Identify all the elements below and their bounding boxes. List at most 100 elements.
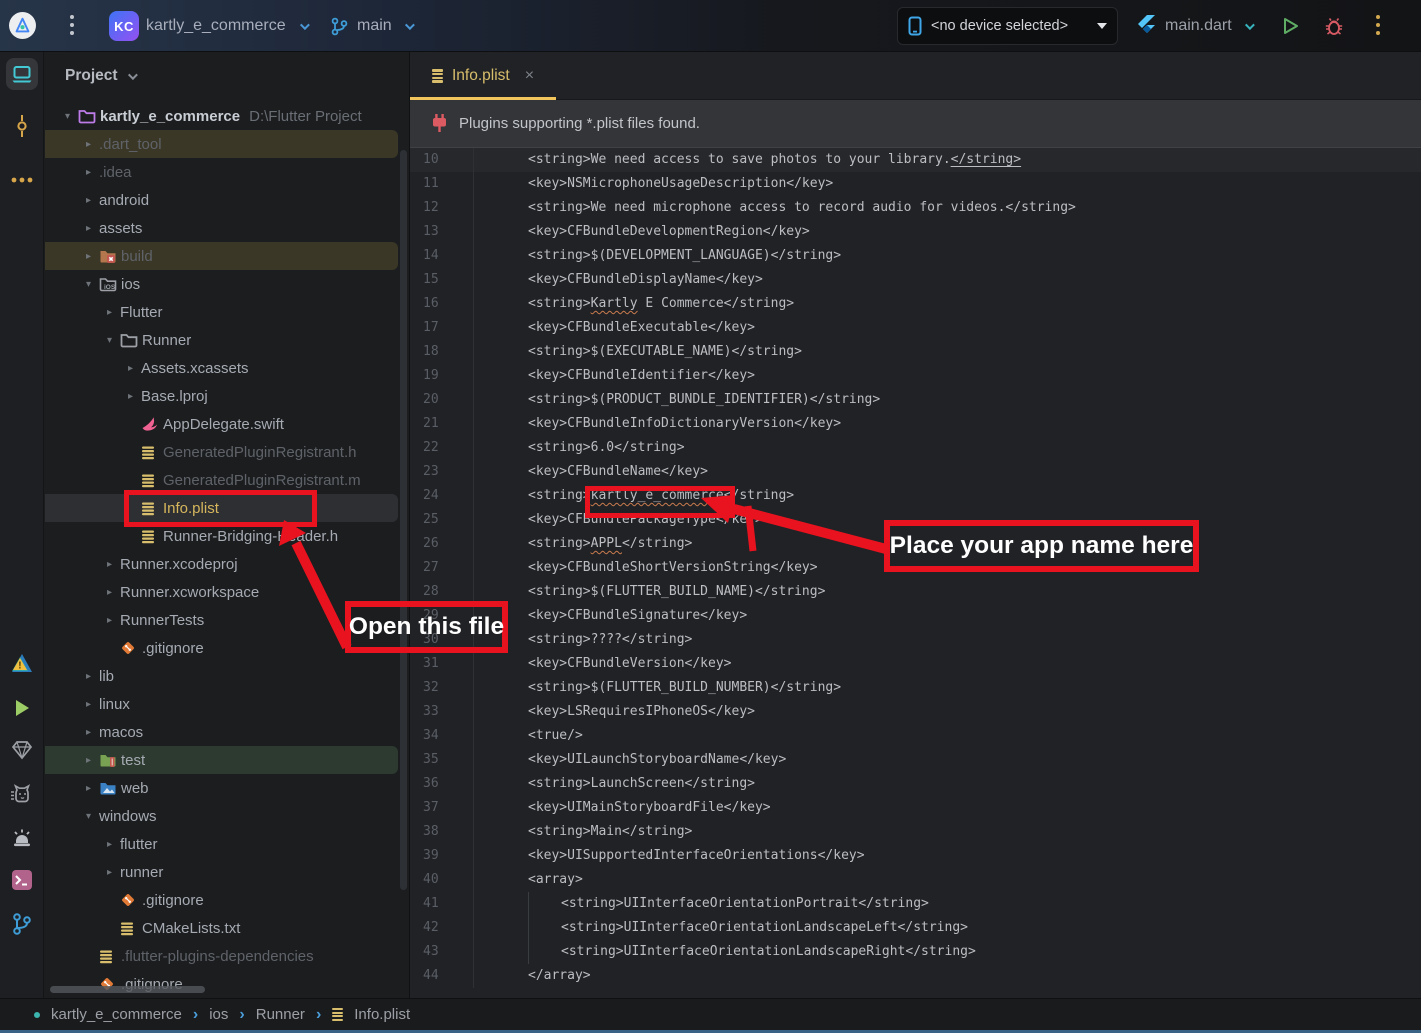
breadcrumb-item-ios[interactable]: ios: [209, 1006, 228, 1023]
code-line-24[interactable]: 24<string>kartly_e_commerce</string>: [410, 484, 1421, 508]
code-line-12[interactable]: 12<string>We need microphone access to r…: [410, 196, 1421, 220]
code-line-20[interactable]: 20<string>$(PRODUCT_BUNDLE_IDENTIFIER)</…: [410, 388, 1421, 412]
dart-analysis-icon[interactable]: !: [6, 647, 38, 679]
collapsed-arrow-icon[interactable]: ▸: [78, 167, 99, 178]
tree-item--flutter-plugins-dependencies[interactable]: .flutter-plugins-dependencies: [45, 942, 410, 970]
tree-item-lib[interactable]: ▸lib: [45, 662, 410, 690]
tree-item--idea[interactable]: ▸.idea: [45, 158, 410, 186]
code-line-30[interactable]: 30<string>????</string>: [410, 628, 1421, 652]
debug-button[interactable]: [1324, 0, 1344, 52]
tree-item-runner[interactable]: ▾Runner: [45, 326, 410, 354]
code-line-40[interactable]: 40<array>: [410, 868, 1421, 892]
project-tool-icon[interactable]: [6, 58, 38, 90]
project-widget[interactable]: kartly_e_commerce: [146, 0, 307, 52]
collapsed-arrow-icon[interactable]: ▸: [99, 307, 120, 318]
collapsed-arrow-icon[interactable]: ▸: [78, 783, 99, 794]
collapsed-arrow-icon[interactable]: ▸: [99, 839, 120, 850]
project-panel-header[interactable]: Project: [45, 52, 409, 100]
more-actions-icon[interactable]: [1372, 15, 1384, 35]
tree-item-test[interactable]: ▸test: [45, 746, 398, 774]
code-line-10[interactable]: 10<string>We need access to save photos …: [410, 148, 1421, 172]
code-line-13[interactable]: 13<key>CFBundleDevelopmentRegion</key>: [410, 220, 1421, 244]
tree-item-linux[interactable]: ▸linux: [45, 690, 410, 718]
collapsed-arrow-icon[interactable]: ▸: [78, 139, 99, 150]
tree-item-ios[interactable]: ▾iOSios: [45, 270, 410, 298]
expanded-arrow-icon[interactable]: ▾: [57, 111, 78, 122]
code-line-18[interactable]: 18<string>$(EXECUTABLE_NAME)</string>: [410, 340, 1421, 364]
expanded-arrow-icon[interactable]: ▾: [99, 335, 120, 346]
code-line-21[interactable]: 21<key>CFBundleInfoDictionaryVersion</ke…: [410, 412, 1421, 436]
tree-item--dart-tool[interactable]: ▸.dart_tool: [45, 130, 398, 158]
flutter-inspector-icon[interactable]: [6, 734, 38, 766]
tree-item-windows[interactable]: ▾windows: [45, 802, 410, 830]
collapsed-arrow-icon[interactable]: ▸: [99, 587, 120, 598]
collapsed-arrow-icon[interactable]: ▸: [120, 363, 141, 374]
code-line-15[interactable]: 15<key>CFBundleDisplayName</key>: [410, 268, 1421, 292]
tree-item--gitignore[interactable]: .gitignore: [45, 970, 410, 998]
tree-item-assets-xcassets[interactable]: ▸Assets.xcassets: [45, 354, 410, 382]
code-line-37[interactable]: 37<key>UIMainStoryboardFile</key>: [410, 796, 1421, 820]
project-avatar[interactable]: KC: [109, 11, 139, 41]
device-selector[interactable]: <no device selected>: [897, 7, 1118, 45]
run-config-widget[interactable]: main.dart: [1136, 0, 1252, 52]
tree-item-generatedpluginregistrant-h[interactable]: GeneratedPluginRegistrant.h: [45, 438, 410, 466]
tree-item-web[interactable]: ▸web: [45, 774, 410, 802]
collapsed-arrow-icon[interactable]: ▸: [78, 671, 99, 682]
android-studio-logo-icon[interactable]: [9, 12, 36, 39]
tree-item-android[interactable]: ▸android: [45, 186, 410, 214]
run-button[interactable]: [1281, 0, 1300, 52]
code-line-23[interactable]: 23<key>CFBundleName</key>: [410, 460, 1421, 484]
code-line-33[interactable]: 33<key>LSRequiresIPhoneOS</key>: [410, 700, 1421, 724]
collapsed-arrow-icon[interactable]: ▸: [78, 755, 99, 766]
tree-item-flutter[interactable]: ▸flutter: [45, 830, 410, 858]
code-line-28[interactable]: 28<string>$(FLUTTER_BUILD_NAME)</string>: [410, 580, 1421, 604]
code-line-44[interactable]: 44</array>: [410, 964, 1421, 988]
breadcrumb-item-runner[interactable]: Runner: [256, 1006, 305, 1023]
collapsed-arrow-icon[interactable]: ▸: [78, 223, 99, 234]
code-line-31[interactable]: 31<key>CFBundleVersion</key>: [410, 652, 1421, 676]
tree-item-flutter[interactable]: ▸Flutter: [45, 298, 410, 326]
tree-item-macos[interactable]: ▸macos: [45, 718, 410, 746]
code-line-14[interactable]: 14<string>$(DEVELOPMENT_LANGUAGE)</strin…: [410, 244, 1421, 268]
code-line-38[interactable]: 38<string>Main</string>: [410, 820, 1421, 844]
tree-item-kartly-e-commerce[interactable]: ▾kartly_e_commerceD:\Flutter Project: [45, 102, 410, 130]
code-line-42[interactable]: 42<string>UIInterfaceOrientationLandscap…: [410, 916, 1421, 940]
collapsed-arrow-icon[interactable]: ▸: [120, 391, 141, 402]
tree-horizontal-scrollbar[interactable]: [50, 986, 205, 993]
run-tool-icon[interactable]: [6, 692, 38, 724]
tree-item-runner-xcodeproj[interactable]: ▸Runner.xcodeproj: [45, 550, 410, 578]
collapsed-arrow-icon[interactable]: ▸: [99, 559, 120, 570]
tree-item-assets[interactable]: ▸assets: [45, 214, 410, 242]
breadcrumb-item-info-plist[interactable]: Info.plist: [354, 1006, 410, 1023]
main-menu-icon[interactable]: [66, 15, 78, 35]
code-line-11[interactable]: 11<key>NSMicrophoneUsageDescription</key…: [410, 172, 1421, 196]
tree-item-build[interactable]: ▸build: [45, 242, 398, 270]
tree-item-appdelegate-swift[interactable]: AppDelegate.swift: [45, 410, 410, 438]
code-editor[interactable]: 10<string>We need access to save photos …: [410, 148, 1421, 998]
code-line-36[interactable]: 36<string>LaunchScreen</string>: [410, 772, 1421, 796]
tree-item--gitignore[interactable]: .gitignore: [45, 886, 410, 914]
collapsed-arrow-icon[interactable]: ▸: [78, 699, 99, 710]
code-line-41[interactable]: 41<string>UIInterfaceOrientationPortrait…: [410, 892, 1421, 916]
tree-item-base-lproj[interactable]: ▸Base.lproj: [45, 382, 410, 410]
logcat-icon[interactable]: [6, 778, 38, 810]
tree-item-runner[interactable]: ▸runner: [45, 858, 410, 886]
collapsed-arrow-icon[interactable]: ▸: [99, 867, 120, 878]
code-line-17[interactable]: 17<key>CFBundleExecutable</key>: [410, 316, 1421, 340]
version-control-icon[interactable]: [6, 908, 38, 940]
collapsed-arrow-icon[interactable]: ▸: [78, 195, 99, 206]
tree-vertical-scrollbar[interactable]: [400, 150, 407, 890]
code-line-32[interactable]: 32<string>$(FLUTTER_BUILD_NUMBER)</strin…: [410, 676, 1421, 700]
collapsed-arrow-icon[interactable]: ▸: [78, 727, 99, 738]
code-line-43[interactable]: 43<string>UIInterfaceOrientationLandscap…: [410, 940, 1421, 964]
tree-item-cmakelists-txt[interactable]: CMakeLists.txt: [45, 914, 410, 942]
tab-info-plist[interactable]: Info.plist ×: [410, 52, 550, 100]
collapsed-arrow-icon[interactable]: ▸: [99, 615, 120, 626]
code-line-35[interactable]: 35<key>UILaunchStoryboardName</key>: [410, 748, 1421, 772]
more-tools-icon[interactable]: [6, 164, 38, 196]
code-line-39[interactable]: 39<key>UISupportedInterfaceOrientations<…: [410, 844, 1421, 868]
problems-icon[interactable]: [6, 822, 38, 854]
commit-tool-icon[interactable]: [6, 110, 38, 142]
expanded-arrow-icon[interactable]: ▾: [78, 279, 99, 290]
expanded-arrow-icon[interactable]: ▾: [78, 811, 99, 822]
